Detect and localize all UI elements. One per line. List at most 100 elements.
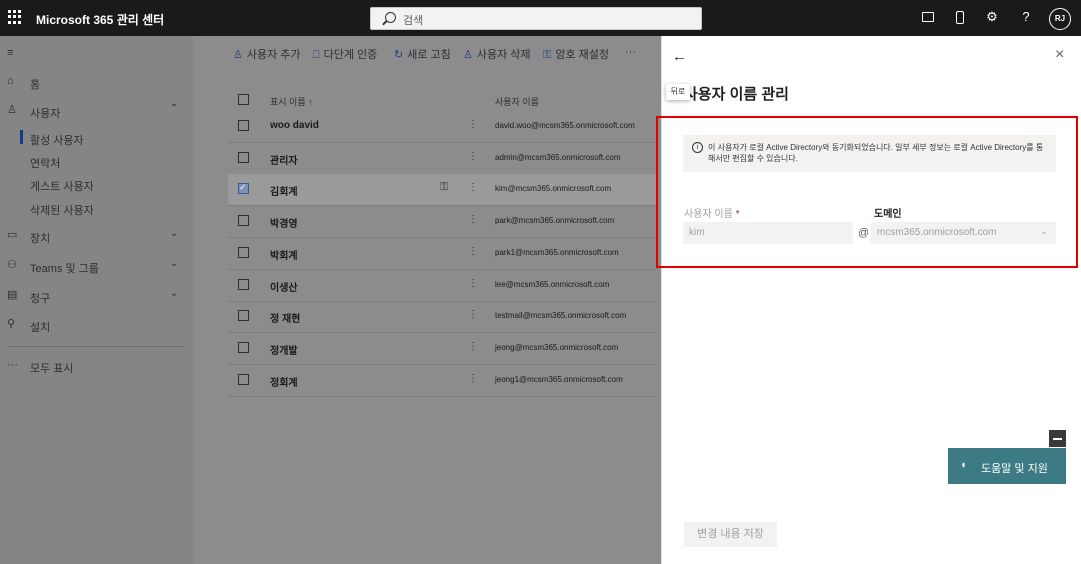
info-text: 이 사용자가 로컬 Active Directory와 동기화되었습니다. 일부… [708,143,1044,163]
search-placeholder: 검색 [403,15,424,27]
app-launcher-icon[interactable] [8,10,22,24]
row-checkbox[interactable] [238,120,249,131]
gear-icon[interactable]: ⚙ [984,9,1000,25]
save-changes-button: 변경 내용 저장 [684,522,777,547]
row-display-name[interactable]: woo david [270,120,319,131]
row-more-icon[interactable]: ⋮ [468,278,478,289]
table-row[interactable]: 박회계 ⋮ park1@mcsm365.onmicrosoft.com [228,238,658,270]
mobile-icon[interactable] [952,9,968,25]
row-checkbox[interactable] [238,278,249,290]
search-box[interactable]: 검색 [370,7,702,30]
row-username: admin@mcsm365.onmicrosoft.com [495,152,621,162]
more-commands-button[interactable]: ··· [625,46,636,58]
mfa-button[interactable]: ⎕ 다단계 인증 [313,46,377,62]
chevron-up-icon[interactable]: ⌃ [170,103,178,114]
row-display-name[interactable]: 박회계 [270,247,298,262]
back-arrow-icon[interactable]: ← [672,48,687,65]
nav-item-teams-groups[interactable]: ⚇ Teams 및 그룹 ⌄ [0,256,193,276]
table-row[interactable]: 정개발 ⋮ jeong@mcsm365.onmicrosoft.com [228,333,658,365]
help-chat-icon: ◖ [960,459,967,471]
nav-item-billing[interactable]: ▤ 청구 ⌄ [0,286,193,306]
monitor-icon[interactable] [920,9,936,25]
reset-password-button[interactable]: ⚿ 암호 재설정 [543,46,609,62]
help-support-button[interactable]: ◖ 도움말 및 지원 [948,448,1066,484]
row-display-name[interactable]: 박경영 [270,215,298,230]
wrench-icon: ⚲ [7,318,16,330]
add-user-label: 사용자 추가 [246,49,301,61]
row-display-name[interactable]: 김회계 [270,183,298,198]
chevron-down-icon[interactable]: ⌄ [170,228,178,239]
required-marker: * [735,209,740,220]
row-checkbox[interactable] [238,310,249,322]
row-display-name[interactable]: 정회계 [270,374,298,389]
nav-item-show-all[interactable]: ··· 모두 표시 [0,356,193,376]
nav-item-users[interactable]: ♙ 사용자 ⌃ [0,101,193,121]
minimize-button[interactable] [1049,430,1066,447]
manage-username-panel: ← × 사용자 이름 관리 뒤로 i 이 사용자가 로컬 Active Dire… [656,36,1081,564]
refresh-button[interactable]: ↻ 새로 고침 [394,46,451,62]
nav-subitem-active-users[interactable]: 활성 사용자 [0,128,193,148]
mfa-label: 다단계 인증 [323,49,378,61]
nav-item-setup[interactable]: ⚲ 설치 [0,315,193,335]
table-row[interactable]: 박경영 ⋮ park@mcsm365.onmicrosoft.com [228,206,658,239]
refresh-icon: ↻ [394,49,404,61]
row-checkbox[interactable] [238,215,249,227]
nav-collapse[interactable]: ≡ [0,44,193,64]
left-nav: ≡ ⌂ 홈 ♙ 사용자 ⌃ 활성 사용자 연락처 게스트 사용자 삭제된 사용자… [0,36,193,564]
row-more-icon[interactable]: ⋮ [468,182,478,193]
nav-item-home[interactable]: ⌂ 홈 [0,72,193,92]
row-more-icon[interactable]: ⋮ [468,309,478,320]
back-tooltip: 뒤로 [666,84,690,100]
credit-card-icon: ▤ [7,289,18,301]
nav-subitem-contacts[interactable]: 연락처 [0,151,193,171]
table-row[interactable]: woo david ⋮ david.woo@mcsm365.onmicrosoft.… [228,111,658,143]
avatar[interactable]: RJ [1049,8,1071,30]
delete-user-button[interactable]: ♙ 사용자 삭제 [463,46,531,62]
nav-item-devices[interactable]: ▭ 장치 ⌄ [0,226,193,246]
nav-item-label: 홈 [30,79,41,91]
row-display-name[interactable]: 이생산 [270,279,298,294]
row-more-icon[interactable]: ⋮ [468,246,478,257]
top-bar: Microsoft 365 관리 센터 검색 ⚙ ? RJ [0,0,1081,36]
add-user-button[interactable]: ♙ 사용자 추가 [233,46,301,62]
table-row[interactable]: 김회계 ⚿ ⋮ kim@mcsm365.onmicrosoft.com [228,174,658,207]
column-username[interactable]: 사용자 이름 [495,95,539,108]
chevron-down-icon[interactable]: ⌄ [170,258,178,269]
table-row[interactable]: 이생산 ⋮ lee@mcsm365.onmicrosoft.com [228,270,658,302]
row-more-icon[interactable]: ⋮ [468,151,478,162]
nav-divider [8,346,184,347]
chevron-down-icon[interactable]: ⌄ [170,288,178,299]
row-checkbox[interactable] [238,182,249,195]
hamburger-icon[interactable]: ≡ [7,47,19,59]
app-title[interactable]: Microsoft 365 관리 센터 [36,11,164,28]
nav-subitem-deleted-users[interactable]: 삭제된 사용자 [0,198,193,218]
row-checkbox[interactable] [238,341,249,353]
nav-item-label: 청구 [30,293,51,305]
column-display-name[interactable]: 표시 이름 ↑ [270,95,313,108]
row-more-icon[interactable]: ⋮ [468,214,478,225]
help-icon[interactable]: ? [1018,9,1034,25]
row-checkbox[interactable] [238,373,249,385]
row-more-icon[interactable]: ⋮ [468,341,478,352]
username-field: kim [683,222,853,244]
row-display-name[interactable]: 정 재현 [270,310,300,325]
row-display-name[interactable]: 관리자 [270,152,298,167]
row-more-icon[interactable]: ⋮ [468,373,478,384]
delete-person-icon: ♙ [463,49,473,61]
reset-password-key-icon[interactable]: ⚿ [440,181,448,194]
table-row[interactable]: 관리자 ⋮ admin@mcsm365.onmicrosoft.com [228,143,658,175]
nav-subitem-guest-users[interactable]: 게스트 사용자 [0,174,193,194]
row-more-icon[interactable]: ⋮ [468,119,478,130]
close-icon[interactable]: × [1055,46,1064,64]
row-display-name[interactable]: 정개발 [270,342,298,357]
row-checkbox[interactable] [238,151,249,163]
row-username: lee@mcsm365.onmicrosoft.com [495,279,610,289]
reset-password-label: 암호 재설정 [555,49,610,61]
row-checkbox[interactable] [238,246,249,258]
table-row[interactable]: 정 재현 ⋮ testmail@mcsm365.onmicrosoft.com [228,301,658,334]
table-row[interactable]: 정회계 ⋮ jeong1@mcsm365.onmicrosoft.com [228,365,658,397]
row-username: kim@mcsm365.onmicrosoft.com [495,184,612,194]
ellipsis-icon: ··· [7,359,18,371]
select-all-checkbox[interactable] [238,94,249,105]
username-label-text: 사용자 이름 [684,209,733,220]
